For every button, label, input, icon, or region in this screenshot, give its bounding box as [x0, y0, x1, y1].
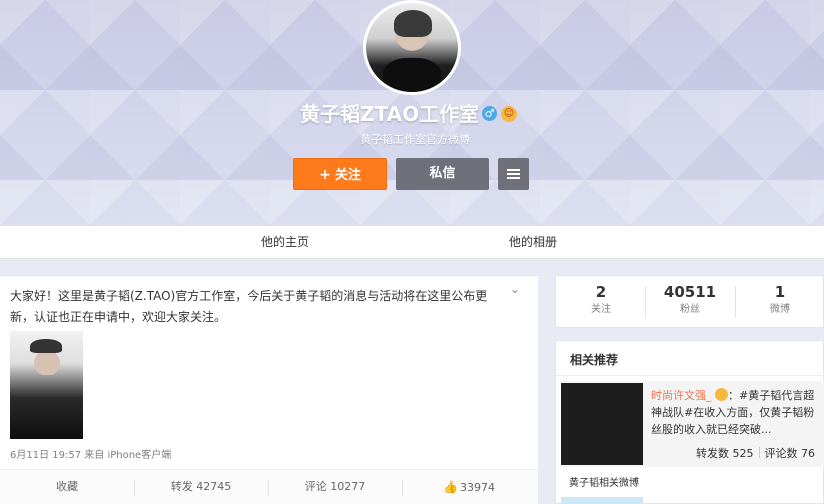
male-icon: ♂	[482, 106, 497, 121]
post-action-bar: 收藏 转发 42745 评论 10277 👍 33974	[0, 469, 538, 504]
stat-value: 40511	[663, 283, 717, 301]
menu-icon-bar	[507, 173, 520, 175]
divider	[758, 447, 760, 458]
recommend-thumbnail[interactable]	[561, 383, 643, 465]
more-menu-button[interactable]	[498, 158, 529, 190]
profile-nav: 他的主页 他的相册	[0, 226, 824, 259]
post-meta[interactable]: 6月11日 19:57 来自 iPhone客户端	[10, 446, 171, 461]
stat-followers[interactable]: 40511 粉丝	[645, 282, 735, 318]
message-button[interactable]: 私信	[396, 158, 489, 190]
stat-following[interactable]: 2 关注	[556, 282, 646, 318]
avatar[interactable]	[363, 0, 461, 95]
recommend-reposts[interactable]: 转发数 525	[696, 447, 754, 460]
recommend-item[interactable]: 时尚许文强_ ：#黄子韬代言超神战队#在收入方面，仅黄子韬粉丝股的收入就已经突破…	[561, 381, 824, 467]
follow-label: 关注	[334, 168, 361, 183]
recommend-text-block: 时尚许文强_ ：#黄子韬代言超神战队#在收入方面，仅黄子韬粉丝股的收入就已经突破…	[651, 387, 821, 438]
stat-value: 1	[774, 283, 786, 301]
recommend-title: 相关推荐	[570, 353, 619, 367]
repost-button[interactable]: 转发 42745	[134, 470, 268, 504]
collect-button[interactable]: 收藏	[0, 470, 134, 504]
menu-icon-bar	[507, 177, 520, 179]
emoji-badge-icon[interactable]: ☺	[501, 106, 517, 122]
chevron-down-icon[interactable]: ⌄	[510, 282, 524, 296]
recommend-stats: 转发数 525 评论数 76	[696, 445, 815, 461]
follow-button[interactable]: + 关注	[293, 158, 387, 190]
avatar-image	[366, 3, 458, 92]
profile-banner: 黄子韬ZTAO工作室 ♂ ☺ 黄子韬工作室官方微博 + 关注 私信	[0, 0, 824, 226]
stat-posts[interactable]: 1 微博	[735, 282, 824, 318]
recommend-next-thumbnail[interactable]	[561, 497, 643, 504]
message-label: 私信	[429, 166, 456, 181]
stat-label: 粉丝	[680, 304, 700, 315]
tab-home[interactable]: 他的主页	[261, 226, 309, 259]
menu-icon	[507, 169, 520, 171]
stat-label: 关注	[591, 304, 611, 315]
recommend-author-link[interactable]: 时尚许文强_	[651, 389, 712, 402]
tab-album[interactable]: 他的相册	[509, 226, 557, 259]
stat-value: 2	[595, 283, 607, 301]
divider	[556, 375, 824, 376]
thumbs-up-icon: 👍	[443, 480, 458, 494]
stat-label: 微博	[770, 304, 790, 315]
post-photo[interactable]	[10, 331, 83, 439]
like-button[interactable]: 👍 33974	[402, 470, 536, 504]
like-count: 33974	[459, 481, 495, 494]
recommend-comments[interactable]: 评论数 76	[765, 447, 816, 460]
feed-post: 大家好！这里是黄子韬(Z.TAO)官方工作室，今后关于黄子韬的消息与活动将在这里…	[0, 275, 538, 504]
recommend-footer[interactable]: 黄子韬相关微博	[569, 474, 639, 489]
plus-icon: +	[319, 167, 331, 183]
profile-subtitle: 黄子韬工作室官方微博	[360, 133, 470, 146]
comment-button[interactable]: 评论 10277	[268, 470, 402, 504]
recommend-card: 相关推荐 时尚许文强_ ：#黄子韬代言超神战队#在收入方面，仅黄子韬粉丝股的收入…	[555, 340, 824, 504]
post-text: 大家好！这里是黄子韬(Z.TAO)官方工作室，今后关于黄子韬的消息与活动将在这里…	[10, 289, 488, 324]
emoji-icon	[715, 388, 728, 401]
stats-card: 2 关注 40511 粉丝 1 微博	[555, 275, 824, 328]
